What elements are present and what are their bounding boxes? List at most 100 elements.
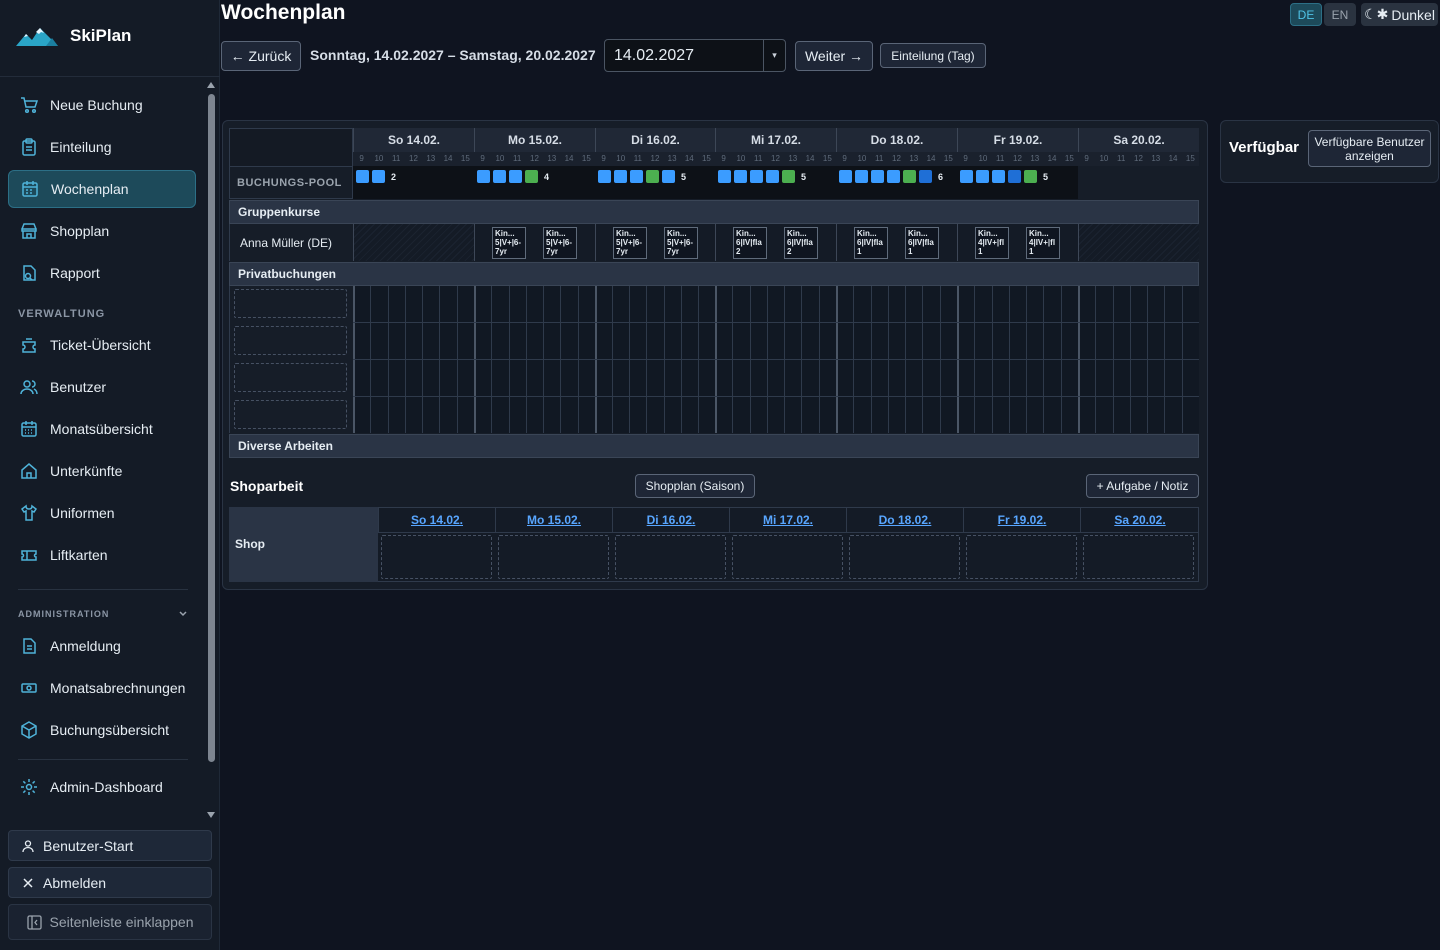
lang-de-button[interactable]: DE (1290, 3, 1322, 26)
pool-booking-square[interactable] (1008, 170, 1021, 183)
back-button[interactable]: ← Zurück (221, 41, 301, 71)
pool-booking-square[interactable] (839, 170, 852, 183)
shop-slot[interactable] (381, 535, 492, 579)
pool-booking-square[interactable] (750, 170, 763, 183)
shop-day-link[interactable]: Do 18.02. (846, 507, 963, 533)
instructor-name[interactable]: Anna Müller (DE) (229, 224, 353, 261)
course-card[interactable]: Kin... 6|IV|fla 1 (854, 227, 888, 259)
course-card[interactable]: Kin... 4|IV+|fl 1 (1026, 227, 1060, 259)
pool-booking-square[interactable] (356, 170, 369, 183)
sidebar-item-einteilung[interactable]: Einteilung (8, 128, 196, 166)
shop-day-link[interactable]: Sa 20.02. (1080, 507, 1199, 533)
sidebar-item-monatsuebersicht[interactable]: Monatsübersicht (8, 410, 196, 448)
pool-booking-square[interactable] (903, 170, 916, 183)
day-header[interactable]: So 14.02. (353, 128, 474, 152)
pool-booking-square[interactable] (766, 170, 779, 183)
pool-booking-square[interactable] (646, 170, 659, 183)
sidebar-item-shopplan[interactable]: Shopplan (8, 212, 196, 250)
pool-booking-square[interactable] (871, 170, 884, 183)
pool-booking-square[interactable] (372, 170, 385, 183)
logout-button[interactable]: Abmelden (8, 867, 212, 898)
scroll-down-icon[interactable] (207, 812, 215, 818)
day-header[interactable]: Mi 17.02. (715, 128, 836, 152)
section-administration[interactable]: ADMINISTRATION (18, 609, 188, 619)
course-cell[interactable] (1078, 224, 1199, 261)
day-header[interactable]: Sa 20.02. (1078, 128, 1199, 152)
shop-day-link[interactable]: Fr 19.02. (963, 507, 1080, 533)
shop-season-button[interactable]: Shopplan (Saison) (635, 474, 755, 498)
shop-slot[interactable] (732, 535, 843, 579)
course-card[interactable]: Kin... 5|V+|6- 7yr (492, 227, 526, 259)
user-start-button[interactable]: Benutzer-Start (8, 830, 212, 861)
sidebar-item-uniformen[interactable]: Uniformen (8, 494, 196, 532)
day-header[interactable]: Mo 15.02. (474, 128, 595, 152)
shop-slot[interactable] (966, 535, 1077, 579)
pool-cell[interactable] (1078, 166, 1199, 199)
pool-booking-square[interactable] (855, 170, 868, 183)
course-card[interactable]: Kin... 5|V+|6- 7yr (664, 227, 698, 259)
lang-en-button[interactable]: EN (1324, 3, 1356, 26)
pool-booking-square[interactable] (782, 170, 795, 183)
sidebar-item-unterkuenfte[interactable]: Unterkünfte (8, 452, 196, 490)
sidebar-item-neue-buchung[interactable]: Neue Buchung (8, 86, 196, 124)
course-card[interactable]: Kin... 4|IV+|fl 1 (975, 227, 1009, 259)
brand[interactable]: SkiPlan (16, 24, 131, 48)
shop-day-link[interactable]: Mo 15.02. (495, 507, 612, 533)
sidebar-scrollbar[interactable] (205, 80, 217, 820)
sidebar-item-wochenplan[interactable]: Wochenplan (8, 170, 196, 208)
shop-slot[interactable] (849, 535, 960, 579)
theme-toggle-button[interactable]: ☾✱ Dunkel (1361, 3, 1438, 26)
pool-booking-square[interactable] (734, 170, 747, 183)
pool-booking-square[interactable] (614, 170, 627, 183)
scroll-up-icon[interactable] (207, 82, 215, 88)
sidebar-item-liftkarten[interactable]: Liftkarten (8, 536, 196, 574)
shop-slot[interactable] (1083, 535, 1194, 579)
shop-day-link[interactable]: So 14.02. (378, 507, 495, 533)
date-input[interactable]: 14.02.2027 ▾ (604, 39, 786, 72)
course-card[interactable]: Kin... 6|IV|fla 2 (733, 227, 767, 259)
pool-booking-square[interactable] (477, 170, 490, 183)
pool-booking-square[interactable] (509, 170, 522, 183)
shop-slot[interactable] (615, 535, 726, 579)
private-slot[interactable] (234, 363, 347, 392)
pool-booking-square[interactable] (976, 170, 989, 183)
scroll-thumb[interactable] (208, 94, 215, 762)
pool-booking-square[interactable] (493, 170, 506, 183)
course-cell[interactable] (353, 224, 474, 261)
shop-day-link[interactable]: Mi 17.02. (729, 507, 846, 533)
sidebar-item-anmeldung[interactable]: Anmeldung (8, 627, 196, 665)
next-button[interactable]: Weiter → (795, 41, 873, 71)
pool-booking-square[interactable] (887, 170, 900, 183)
add-task-button[interactable]: + Aufgabe / Notiz (1086, 474, 1199, 498)
course-card[interactable]: Kin... 5|V+|6- 7yr (613, 227, 647, 259)
show-available-users-button[interactable]: Verfügbare Benutzer anzeigen (1308, 130, 1431, 167)
sidebar-item-buchungsuebersicht[interactable]: Buchungsübersicht (8, 711, 196, 749)
pool-booking-square[interactable] (525, 170, 538, 183)
pool-booking-square[interactable] (992, 170, 1005, 183)
pool-booking-square[interactable] (960, 170, 973, 183)
course-card[interactable]: Kin... 5|V+|6- 7yr (543, 227, 577, 259)
pool-booking-square[interactable] (630, 170, 643, 183)
day-view-button[interactable]: Einteilung (Tag) (880, 43, 986, 68)
day-header[interactable]: Do 18.02. (836, 128, 957, 152)
shop-day-link[interactable]: Di 16.02. (612, 507, 729, 533)
private-slot[interactable] (234, 400, 347, 429)
course-card[interactable]: Kin... 6|IV|fla 2 (784, 227, 818, 259)
sidebar-item-monatsabrechnungen[interactable]: Monatsabrechnungen (8, 669, 196, 707)
private-slot[interactable] (234, 289, 347, 318)
pool-booking-square[interactable] (919, 170, 932, 183)
sidebar-item-rapport[interactable]: Rapport (8, 254, 196, 292)
day-header[interactable]: Di 16.02. (595, 128, 715, 152)
pool-booking-square[interactable] (662, 170, 675, 183)
pool-booking-square[interactable] (718, 170, 731, 183)
sidebar-item-benutzer[interactable]: Benutzer (8, 368, 196, 406)
day-header[interactable]: Fr 19.02. (957, 128, 1078, 152)
private-slot[interactable] (234, 326, 347, 355)
collapse-sidebar-button[interactable]: Seitenleiste einklappen (8, 904, 212, 940)
course-card[interactable]: Kin... 6|IV|fla 1 (905, 227, 939, 259)
sidebar-item-admin-dashboard[interactable]: Admin-Dashboard (8, 768, 196, 806)
dropdown-arrow-icon[interactable]: ▾ (763, 40, 785, 71)
pool-booking-square[interactable] (1024, 170, 1037, 183)
shop-slot[interactable] (498, 535, 609, 579)
sidebar-item-ticket-uebersicht[interactable]: Ticket-Übersicht (8, 326, 196, 364)
